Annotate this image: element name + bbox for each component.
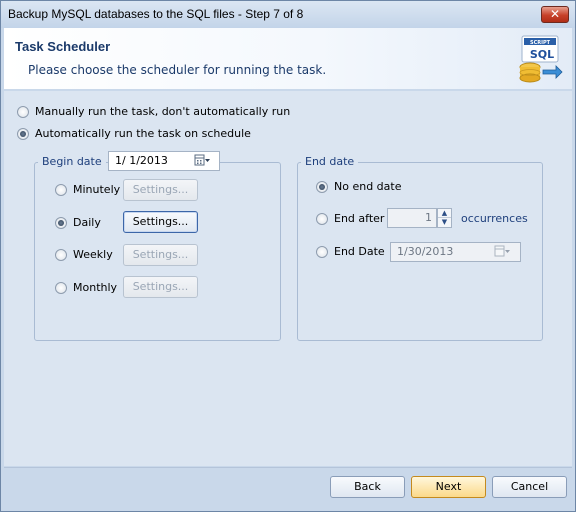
page-title: Task Scheduler [15, 39, 111, 54]
back-button-label: Back [354, 480, 381, 493]
daily-settings-button[interactable]: Settings... [123, 211, 198, 233]
sql-script-logo: SCRIPT SQL [519, 35, 563, 83]
end-date-option[interactable]: End Date [316, 245, 385, 258]
end-after-label: End after [334, 212, 385, 225]
close-icon: ✕ [549, 7, 561, 21]
frequency-weekly-option[interactable]: Weekly [55, 248, 113, 261]
content-area: Manually run the task, don't automatical… [4, 91, 572, 466]
stepper-down-icon[interactable]: ▼ [438, 218, 451, 227]
next-button[interactable]: Next [411, 476, 486, 498]
no-end-date-option[interactable]: No end date [316, 180, 401, 193]
daily-label: Daily [73, 216, 101, 229]
wizard-window: Backup MySQL databases to the SQL files … [0, 0, 576, 512]
end-date-value: 1/30/2013 [397, 245, 454, 258]
window-title: Backup MySQL databases to the SQL files … [8, 7, 304, 21]
no-end-date-label: No end date [334, 180, 402, 193]
back-button[interactable]: Back [330, 476, 405, 498]
monthly-radio[interactable] [55, 281, 67, 294]
frequency-minutely-option[interactable]: Minutely [55, 183, 120, 196]
manual-run-label: Manually run the task, don't automatical… [35, 105, 291, 118]
minutely-label: Minutely [73, 183, 121, 196]
title-bar: Backup MySQL databases to the SQL files … [1, 1, 575, 28]
auto-run-option[interactable]: Automatically run the task on schedule [17, 127, 251, 140]
begin-date-legend: Begin date [38, 155, 106, 168]
logo-label-sql: SQL [530, 48, 554, 61]
end-date-label: End Date [334, 245, 385, 258]
monthly-settings-button[interactable]: Settings... [123, 276, 198, 298]
end-after-radio[interactable] [316, 212, 328, 225]
end-date-radio[interactable] [316, 245, 328, 258]
cancel-button-label: Cancel [510, 480, 549, 493]
auto-run-radio[interactable] [17, 127, 29, 140]
stepper-up-icon[interactable]: ▲ [438, 209, 451, 218]
page-subtitle: Please choose the scheduler for running … [28, 63, 327, 77]
daily-radio[interactable] [55, 216, 67, 229]
end-calendar-dropdown-icon[interactable] [494, 245, 510, 259]
monthly-label: Monthly [73, 281, 118, 294]
weekly-label: Weekly [73, 248, 113, 261]
occurrences-label: occurrences [461, 212, 528, 225]
weekly-settings-button[interactable]: Settings... [123, 244, 198, 266]
calendar-dropdown-icon[interactable] [194, 154, 210, 168]
minutely-radio[interactable] [55, 183, 67, 196]
cancel-button[interactable]: Cancel [492, 476, 567, 498]
no-end-date-radio[interactable] [316, 180, 328, 193]
occurrences-input[interactable]: 1 [387, 208, 437, 228]
frequency-daily-option[interactable]: Daily [55, 216, 101, 229]
close-button[interactable]: ✕ [541, 6, 569, 23]
begin-date-value: 1/ 1/2013 [115, 154, 168, 167]
weekly-radio[interactable] [55, 248, 67, 261]
manual-run-option[interactable]: Manually run the task, don't automatical… [17, 105, 290, 118]
occurrences-stepper[interactable]: ▲ ▼ [437, 208, 452, 228]
step-header: Task Scheduler Please choose the schedul… [4, 28, 572, 89]
end-date-legend: End date [301, 155, 359, 168]
logo-label-script: SCRIPT [530, 40, 551, 46]
frequency-monthly-option[interactable]: Monthly [55, 281, 117, 294]
footer-divider [4, 467, 572, 468]
occurrences-value: 1 [425, 211, 432, 224]
end-after-option[interactable]: End after [316, 212, 384, 225]
auto-run-label: Automatically run the task on schedule [35, 127, 251, 140]
manual-run-radio[interactable] [17, 105, 29, 118]
next-button-label: Next [435, 480, 462, 493]
minutely-settings-button[interactable]: Settings... [123, 179, 198, 201]
